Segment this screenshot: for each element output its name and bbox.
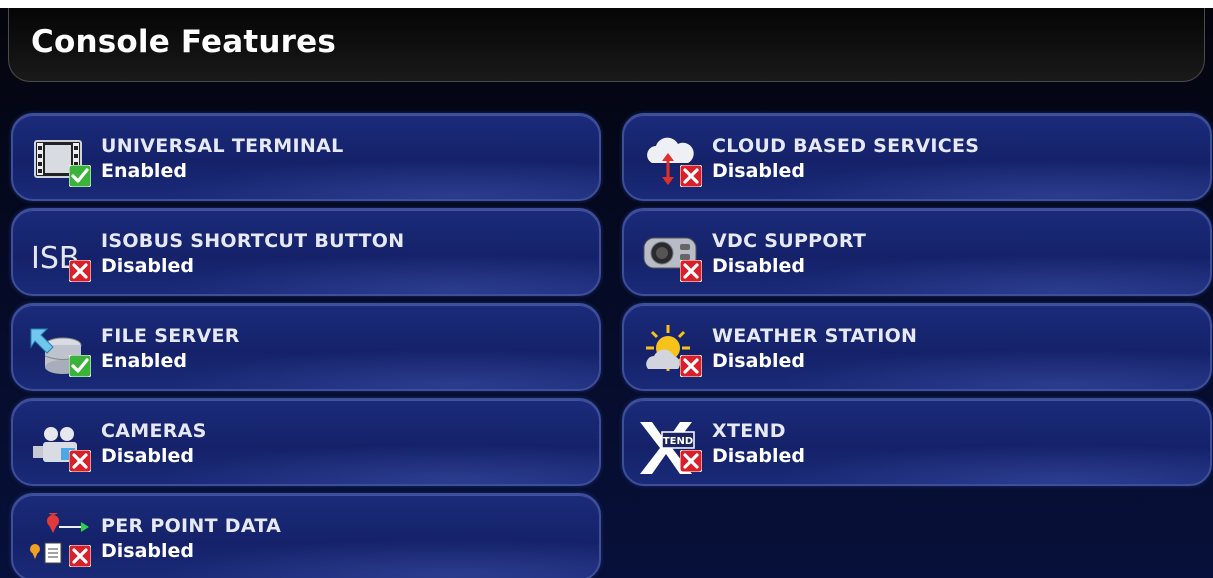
- feature-tile-vdc-support[interactable]: VDC SUPPORT Disabled: [622, 208, 1212, 296]
- per-point-data-icon: [27, 503, 91, 569]
- disabled-x-icon: [680, 165, 702, 187]
- cloud-services-icon: [638, 133, 702, 189]
- file-server-icon: [27, 323, 91, 379]
- feature-tile-cameras[interactable]: CAMERAS Disabled: [11, 398, 601, 486]
- feature-status: Enabled: [101, 160, 187, 182]
- feature-tile-cloud-based-services[interactable]: CLOUD BASED SERVICES Disabled: [622, 113, 1212, 201]
- feature-name: UNIVERSAL TERMINAL: [101, 135, 344, 157]
- feature-status: Enabled: [101, 350, 187, 372]
- disabled-x-icon: [680, 450, 702, 472]
- header-bar: Console Features: [8, 8, 1205, 82]
- console-features-screen: Console Features UNIVERSAL TERMINAL Enab…: [0, 8, 1213, 578]
- enabled-check-icon: [69, 165, 91, 187]
- feature-status: Disabled: [712, 255, 806, 277]
- feature-name: VDC SUPPORT: [712, 230, 867, 252]
- feature-name: PER POINT DATA: [101, 515, 282, 537]
- feature-status: Disabled: [712, 445, 806, 467]
- enabled-check-icon: [69, 355, 91, 377]
- isobus-shortcut-icon: ISB: [27, 228, 91, 284]
- page-title: Console Features: [31, 24, 337, 60]
- feature-name: WEATHER STATION: [712, 325, 918, 347]
- feature-status: Disabled: [712, 160, 806, 182]
- universal-terminal-icon: [27, 133, 91, 189]
- feature-status: Disabled: [712, 350, 806, 372]
- feature-tile-xtend[interactable]: TEND XTEND Disabled: [622, 398, 1212, 486]
- camera-icon: [27, 418, 91, 474]
- xtend-icon: TEND: [638, 418, 702, 474]
- feature-name: ISOBUS SHORTCUT BUTTON: [101, 230, 405, 252]
- feature-tile-universal-terminal[interactable]: UNIVERSAL TERMINAL Enabled: [11, 113, 601, 201]
- feature-name: CLOUD BASED SERVICES: [712, 135, 980, 157]
- feature-status: Disabled: [101, 255, 195, 277]
- feature-tile-isobus-shortcut-button[interactable]: ISB ISOBUS SHORTCUT BUTTON Disabled: [11, 208, 601, 296]
- feature-name: CAMERAS: [101, 420, 207, 442]
- feature-status: Disabled: [101, 445, 195, 467]
- feature-status: Disabled: [101, 540, 195, 562]
- feature-tile-file-server[interactable]: FILE SERVER Enabled: [11, 303, 601, 391]
- feature-name: XTEND: [712, 420, 786, 442]
- feature-tile-per-point-data[interactable]: PER POINT DATA Disabled: [11, 493, 601, 578]
- xtend-icon-text: TEND: [663, 436, 693, 447]
- disabled-x-icon: [680, 260, 702, 282]
- feature-name: FILE SERVER: [101, 325, 240, 347]
- disabled-x-icon: [680, 355, 702, 377]
- disabled-x-icon: [69, 545, 91, 567]
- weather-station-icon: [638, 323, 702, 379]
- feature-tile-weather-station[interactable]: WEATHER STATION Disabled: [622, 303, 1212, 391]
- vdc-support-icon: [638, 228, 702, 284]
- disabled-x-icon: [69, 260, 91, 282]
- disabled-x-icon: [69, 450, 91, 472]
